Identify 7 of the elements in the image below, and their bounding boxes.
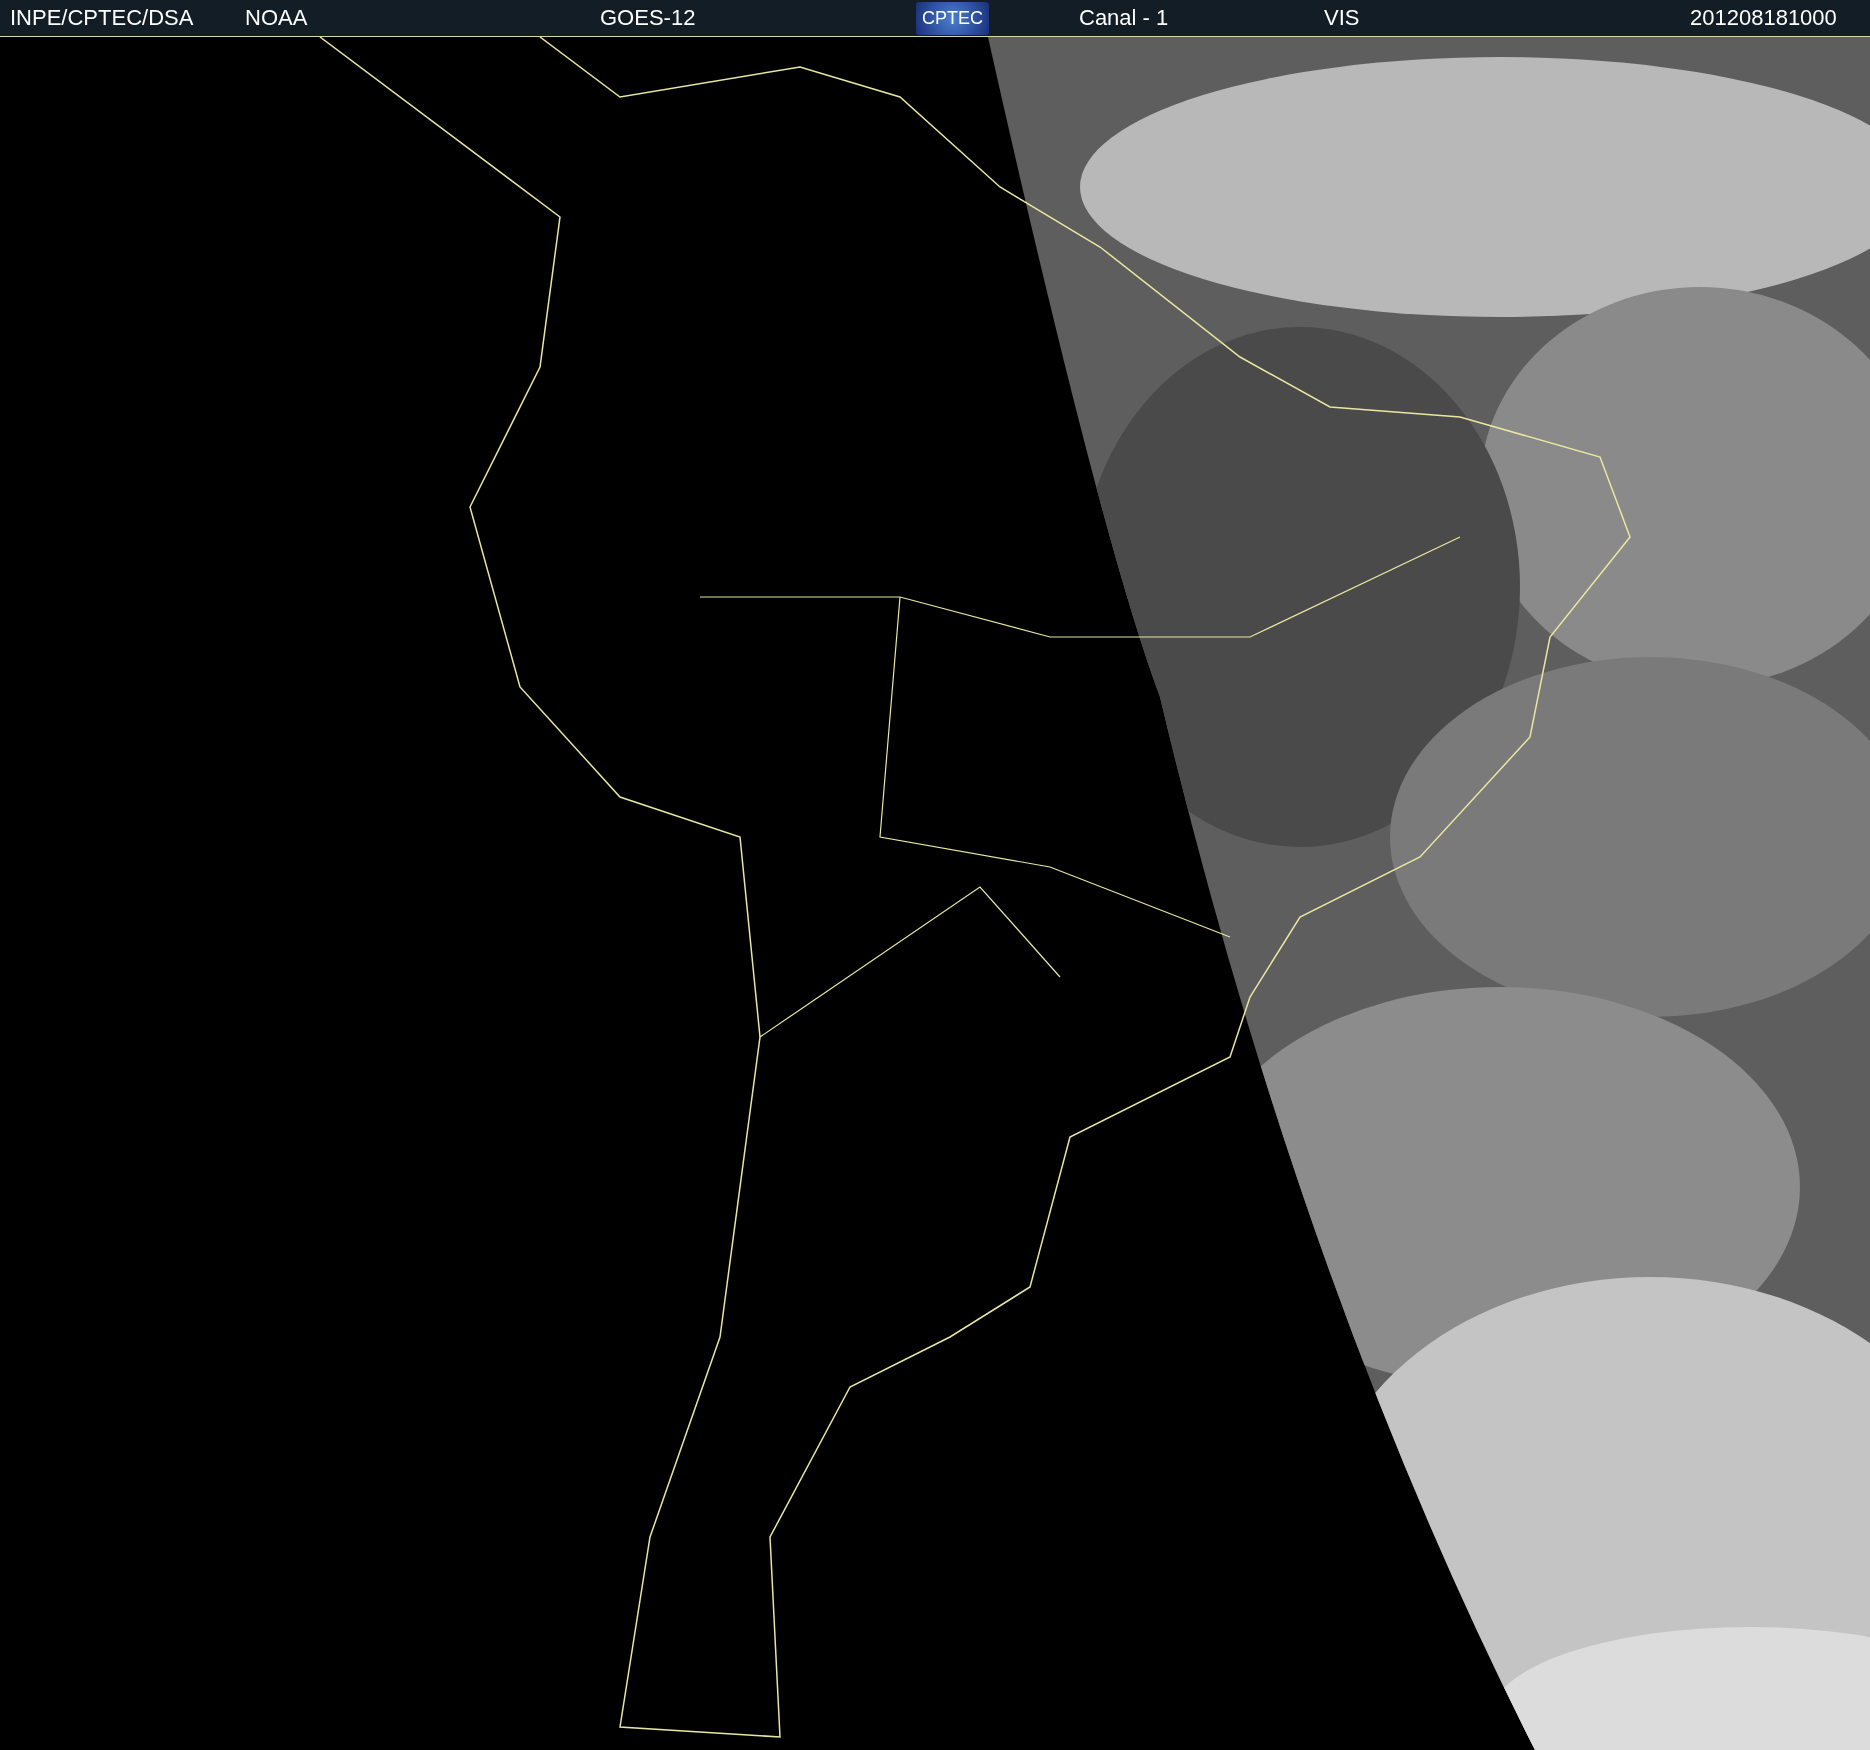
- timestamp-label: 201208181000: [1690, 5, 1837, 31]
- satellite-label: GOES-12: [600, 5, 696, 31]
- channel-label: Canal - 1: [1079, 5, 1169, 31]
- source-label: INPE/CPTEC/DSA: [10, 5, 194, 31]
- band-label: VIS: [1324, 5, 1360, 31]
- logo: CPTEC: [916, 1, 989, 35]
- agency-label: NOAA: [245, 5, 308, 31]
